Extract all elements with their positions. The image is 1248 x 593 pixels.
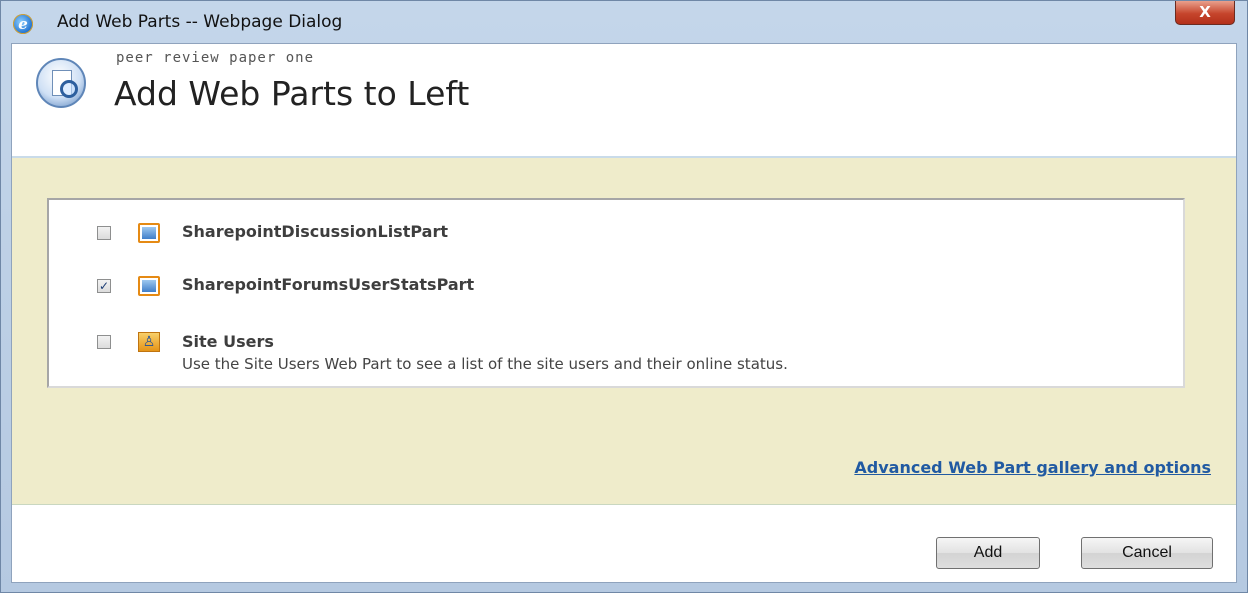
dialog-header: peer review paper one Add Web Parts to L…	[12, 44, 1236, 158]
web-part-list[interactable]: SharepointDiscussionListPart ✓ Sharepoin…	[47, 198, 1185, 388]
item-label[interactable]: Site Users	[182, 332, 274, 351]
list-item[interactable]: SharepointDiscussionListPart	[49, 214, 1149, 244]
site-users-icon: ♙	[138, 332, 160, 352]
item-description: Use the Site Users Web Part to see a lis…	[182, 355, 788, 373]
item-label[interactable]: SharepointForumsUserStatsPart	[182, 275, 474, 294]
dialog-content: peer review paper one Add Web Parts to L…	[11, 43, 1237, 583]
item-checkbox-checked[interactable]: ✓	[97, 279, 111, 293]
dialog-footer: Add Cancel	[12, 505, 1236, 582]
cancel-button[interactable]: Cancel	[1081, 537, 1213, 569]
dialog-window: e Add Web Parts -- Webpage Dialog X peer…	[0, 0, 1248, 593]
close-button[interactable]: X	[1175, 1, 1235, 25]
add-button[interactable]: Add	[936, 537, 1040, 569]
advanced-gallery-link[interactable]: Advanced Web Part gallery and options	[854, 458, 1211, 477]
item-label[interactable]: SharepointDiscussionListPart	[182, 222, 448, 241]
webpart-icon	[138, 276, 160, 296]
item-checkbox[interactable]	[97, 226, 111, 240]
web-part-selection-area: SharepointDiscussionListPart ✓ Sharepoin…	[12, 158, 1236, 505]
page-magnifier-icon	[36, 58, 86, 108]
site-name: peer review paper one	[116, 50, 315, 66]
item-checkbox[interactable]	[97, 335, 111, 349]
ie-icon: e	[13, 14, 33, 34]
list-item[interactable]: ✓ SharepointForumsUserStatsPart	[49, 267, 1149, 297]
title-bar[interactable]: e Add Web Parts -- Webpage Dialog X	[1, 1, 1247, 43]
page-title: Add Web Parts to Left	[114, 74, 470, 113]
list-item[interactable]: ♙ Site Users Use the Site Users Web Part…	[49, 322, 1149, 382]
window-title: Add Web Parts -- Webpage Dialog	[57, 12, 343, 32]
webpart-icon	[138, 223, 160, 243]
